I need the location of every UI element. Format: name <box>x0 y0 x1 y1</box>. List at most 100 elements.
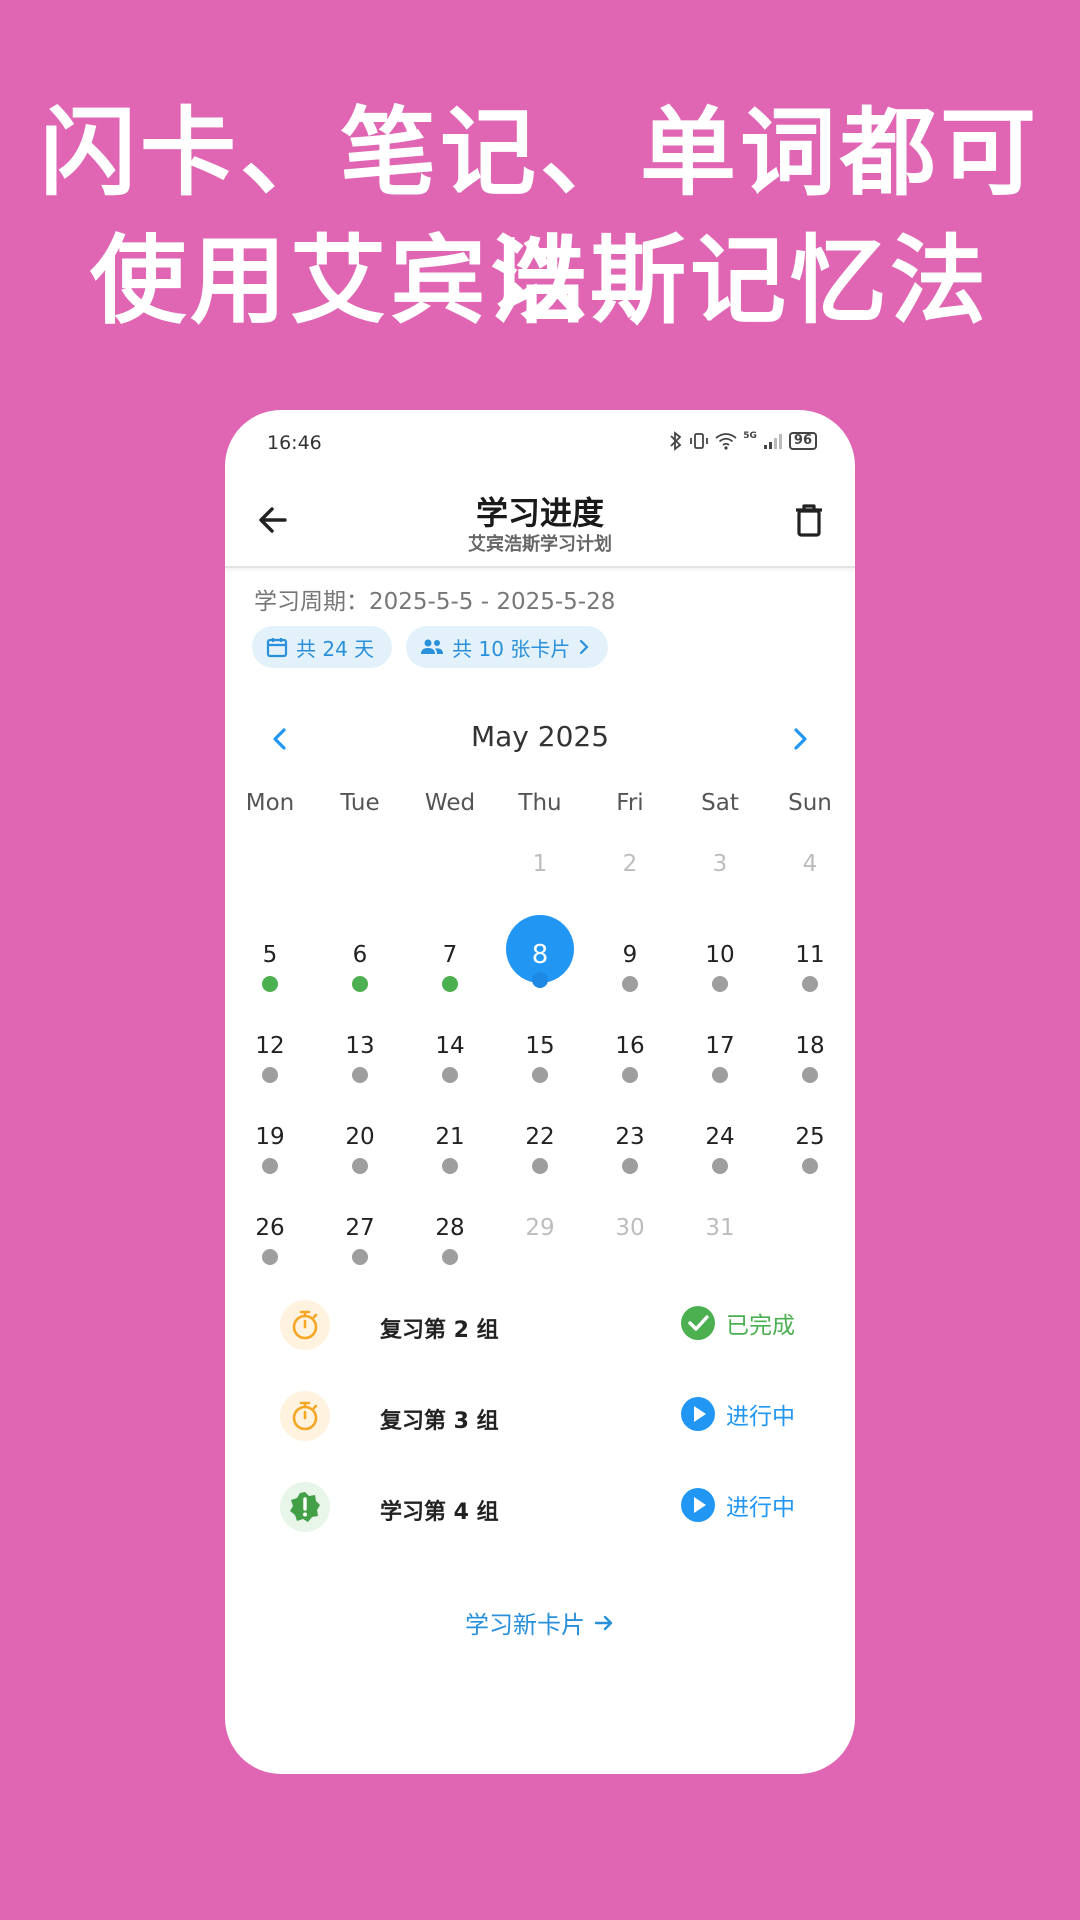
calendar-day-number: 31 <box>705 1215 735 1241</box>
task-icon <box>280 1300 330 1350</box>
status-time: 16:46 <box>267 432 322 454</box>
pending-dot <box>352 1158 368 1174</box>
completed-dot <box>262 976 278 992</box>
calendar-day[interactable]: 4 <box>765 850 855 941</box>
pending-dot <box>712 1067 728 1083</box>
calendar-day[interactable]: 27 <box>315 1214 405 1305</box>
calendar-day-number: 10 <box>705 942 735 968</box>
task-row[interactable]: 复习第 2 组 已完成 <box>225 1300 855 1391</box>
calendar-day[interactable]: 29 <box>495 1214 585 1305</box>
headline-line-2: 使用艾宾浩斯记忆法 <box>90 225 990 337</box>
calendar-day-number: 24 <box>705 1124 735 1150</box>
study-new-cards-link[interactable]: 学习新卡片 <box>225 1605 855 1640</box>
calendar-day[interactable]: 14 <box>405 1032 495 1123</box>
calendar-day[interactable]: 3 <box>675 850 765 941</box>
weekday-label: Mon <box>245 790 295 816</box>
people-icon <box>421 639 444 654</box>
calendar-day[interactable]: 30 <box>585 1214 675 1305</box>
weekday-label: Thu <box>518 790 562 816</box>
days-chip-label: 共 24 天 <box>296 636 375 661</box>
pending-dot <box>622 1158 638 1174</box>
phone-screen: 16:46 5G 96 学习进度 艾宾浩斯学习计划 学习周期：2025-5-5 … <box>225 410 855 1774</box>
calendar-day-number: 17 <box>705 1033 735 1059</box>
calendar-day[interactable]: 20 <box>315 1123 405 1214</box>
calendar-empty-cell <box>405 850 495 941</box>
calendar-day-number: 4 <box>802 851 818 877</box>
wifi-icon <box>715 433 737 450</box>
calendar-day[interactable]: 17 <box>675 1032 765 1123</box>
calendar-day-number: 9 <box>622 942 638 968</box>
pending-dot <box>262 1067 278 1083</box>
calendar-day[interactable]: 16 <box>585 1032 675 1123</box>
task-icon <box>280 1482 330 1532</box>
calendar-day[interactable]: 19 <box>225 1123 315 1214</box>
network-type: 5G <box>743 431 757 441</box>
calendar-day-number: 18 <box>795 1033 825 1059</box>
calendar-day-number: 6 <box>352 942 368 968</box>
calendar-day-number: 29 <box>525 1215 555 1241</box>
signal-icon <box>763 434 782 449</box>
calendar-day[interactable]: 24 <box>675 1123 765 1214</box>
pending-dot <box>622 1067 638 1083</box>
calendar-day[interactable]: 9 <box>585 941 675 1032</box>
pending-dot <box>532 1158 548 1174</box>
calendar-day-number: 16 <box>615 1033 645 1059</box>
pending-dot <box>352 1249 368 1265</box>
calendar-day[interactable]: 11 <box>765 941 855 1032</box>
pending-dot <box>262 1158 278 1174</box>
calendar-day[interactable]: 18 <box>765 1032 855 1123</box>
alert-badge-icon <box>290 1492 320 1522</box>
calendar-day[interactable]: 7 <box>405 941 495 1032</box>
calendar-grid: 1 2 3 4 5 6 7 8 9 10 11 12 13 14 15 16 17 18 19 20 21 22 23 24 2… <box>225 850 855 1305</box>
calendar-day[interactable]: 5 <box>225 941 315 1032</box>
task-list: 复习第 2 组 已完成 复习第 3 组 进行中 学习第 4 组 进行中 <box>225 1300 855 1573</box>
calendar-day[interactable]: 2 <box>585 850 675 941</box>
calendar-day-number: 5 <box>262 942 278 968</box>
calendar-day[interactable]: 26 <box>225 1214 315 1305</box>
page-title: 学习进度 <box>475 494 604 532</box>
calendar-day[interactable]: 25 <box>765 1123 855 1214</box>
status-bar: 16:46 5G 96 <box>225 410 855 480</box>
calendar-day[interactable]: 8 <box>495 915 585 1032</box>
calendar-day-number: 22 <box>525 1124 555 1150</box>
calendar-day[interactable]: 22 <box>495 1123 585 1214</box>
task-status-label: 已完成 <box>726 1313 795 1339</box>
calendar-day[interactable]: 13 <box>315 1032 405 1123</box>
task-row[interactable]: 学习第 4 组 进行中 <box>225 1482 855 1573</box>
month-label: May 2025 <box>470 720 610 753</box>
calendar-day[interactable]: 21 <box>405 1123 495 1214</box>
calendar-day[interactable]: 6 <box>315 941 405 1032</box>
task-status: 已完成 <box>680 1305 795 1341</box>
pending-dot <box>622 976 638 992</box>
task-label: 复习第 2 组 <box>380 1318 499 1343</box>
month-navigator: May 2025 <box>225 710 855 766</box>
task-label: 复习第 3 组 <box>380 1409 499 1434</box>
calendar-day-number: 15 <box>525 1033 555 1059</box>
trash-icon[interactable] <box>789 500 829 540</box>
cards-chip[interactable]: 共 10 张卡片 <box>406 626 609 668</box>
chevron-right-icon <box>580 639 589 655</box>
task-row[interactable]: 复习第 3 组 进行中 <box>225 1391 855 1482</box>
calendar-day[interactable]: 23 <box>585 1123 675 1214</box>
calendar-day[interactable]: 10 <box>675 941 765 1032</box>
calendar-day-number: 12 <box>255 1033 285 1059</box>
pending-dot <box>442 1158 458 1174</box>
calendar-empty-cell <box>225 850 315 941</box>
calendar-day[interactable]: 12 <box>225 1032 315 1123</box>
calendar-day[interactable]: 15 <box>495 1032 585 1123</box>
chevron-right-icon[interactable] <box>785 724 815 754</box>
task-status-label: 进行中 <box>726 1495 795 1521</box>
plan-chips: 共 24 天 共 10 张卡片 <box>252 626 609 668</box>
calendar-icon <box>266 638 288 658</box>
battery-indicator: 96 <box>788 432 817 450</box>
pending-dot <box>442 1249 458 1265</box>
pending-dot <box>802 1067 818 1083</box>
weekday-label: Sat <box>701 790 739 816</box>
completed-dot <box>442 976 458 992</box>
calendar-day-number: 28 <box>435 1215 465 1241</box>
calendar-day-number: 11 <box>795 942 825 968</box>
calendar-day[interactable]: 31 <box>675 1214 765 1305</box>
calendar-day[interactable]: 28 <box>405 1214 495 1305</box>
calendar-day-number: 25 <box>795 1124 825 1150</box>
task-status-label: 进行中 <box>726 1404 795 1430</box>
